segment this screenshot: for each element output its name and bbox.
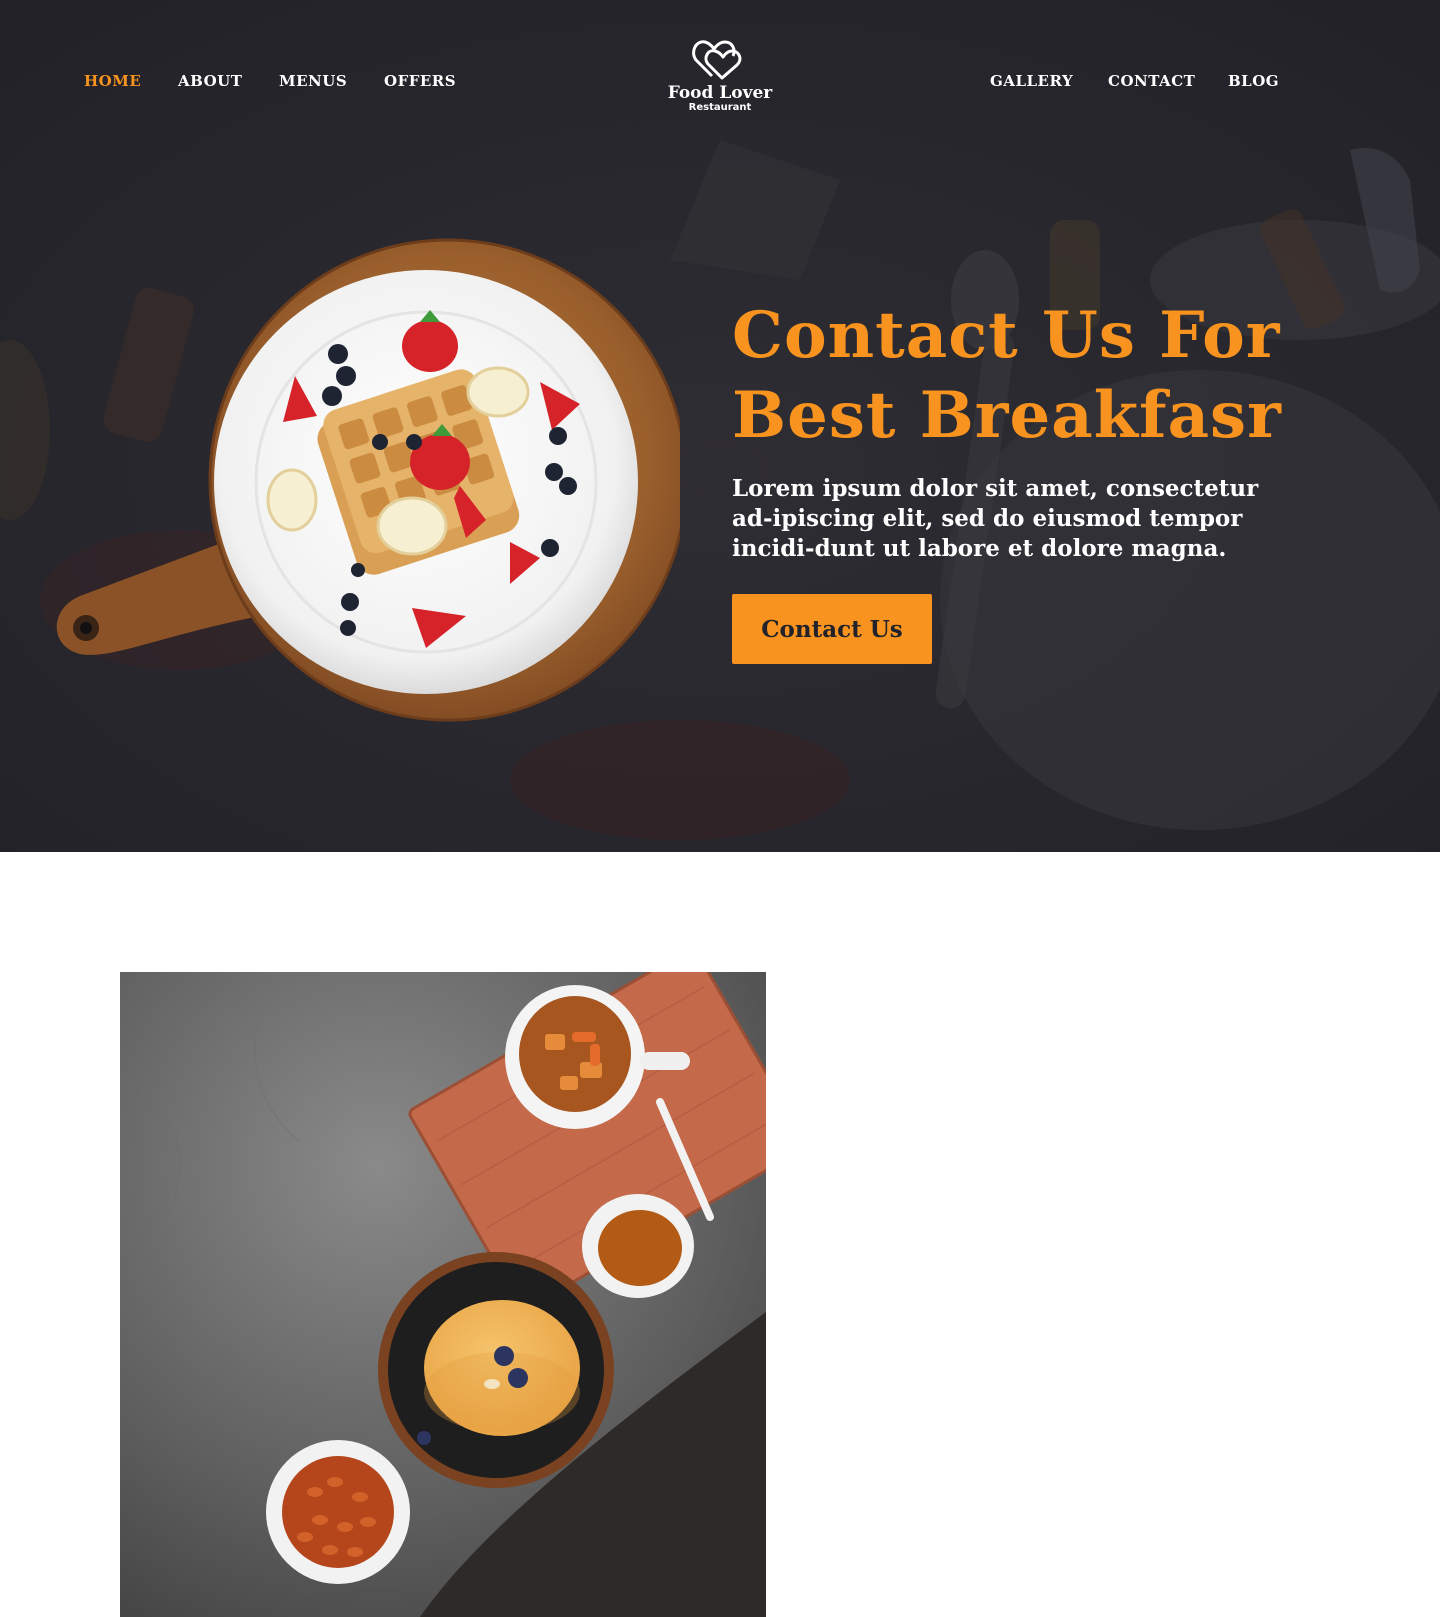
hero-description: Lorem ipsum dolor sit amet, consectetur … <box>732 475 1259 562</box>
nav-item-home[interactable]: HOME <box>84 72 141 90</box>
nav-item-blog[interactable]: BLOG <box>1228 72 1279 90</box>
contact-us-button[interactable]: Contact Us <box>732 594 932 664</box>
nav-item-gallery[interactable]: GALLERY <box>990 72 1073 90</box>
nav-item-offers[interactable]: OFFERS <box>384 72 456 90</box>
nav-item-contact[interactable]: CONTACT <box>1108 72 1195 90</box>
nav-item-menus[interactable]: MENUS <box>279 72 347 90</box>
hero-title: Contact Us For Best Breakfasr <box>732 296 1352 456</box>
hero-section: HOME ABOUT MENUS OFFERS Food Lover Resta… <box>0 0 1440 852</box>
site-logo[interactable]: Food Lover Restaurant <box>655 36 785 126</box>
logo-subtitle: Restaurant <box>688 102 752 113</box>
hero-title-line-1: Contact Us For <box>732 298 1281 373</box>
logo-name: Food Lover <box>667 83 773 103</box>
waffle-plate-image <box>56 238 680 722</box>
hero-title-line-2: Best Breakfasr <box>732 378 1282 453</box>
nav-item-about[interactable]: ABOUT <box>178 72 242 90</box>
breakfast-photo <box>120 972 766 1617</box>
double-heart-icon <box>692 40 742 80</box>
main-navigation: HOME ABOUT MENUS OFFERS Food Lover Resta… <box>0 0 1440 160</box>
